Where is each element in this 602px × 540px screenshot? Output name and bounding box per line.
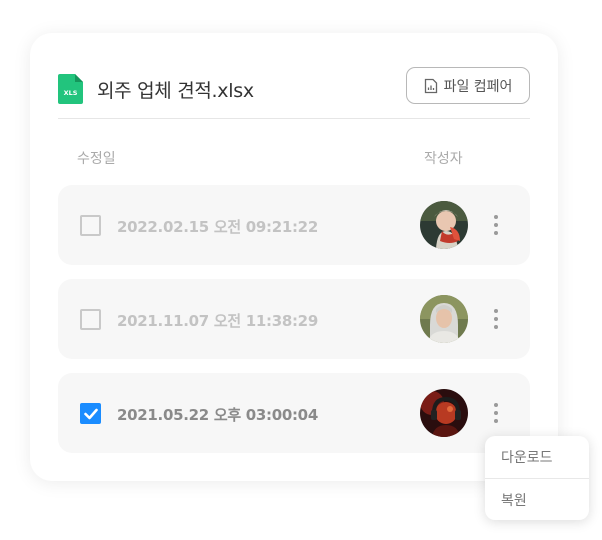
more-options-button[interactable] bbox=[488, 399, 504, 427]
version-checkbox[interactable] bbox=[80, 215, 101, 236]
version-row[interactable]: 2022.02.15 오전 09:21:22 bbox=[58, 185, 530, 265]
column-header-author: 작성자 bbox=[424, 151, 463, 167]
version-checkbox[interactable] bbox=[80, 309, 101, 330]
more-dot bbox=[494, 309, 498, 313]
more-options-button[interactable] bbox=[488, 211, 504, 239]
file-title: 외주 업체 견적.xlsx bbox=[97, 80, 254, 102]
author-avatar bbox=[420, 389, 468, 437]
more-dot bbox=[494, 223, 498, 227]
more-dot bbox=[494, 231, 498, 235]
column-header-date: 수정일 bbox=[77, 151, 116, 167]
version-date: 2022.02.15 오전 09:21:22 bbox=[117, 218, 318, 236]
menu-item-download[interactable]: 다운로드 bbox=[485, 436, 589, 478]
version-row[interactable]: 2021.05.22 오후 03:00:04 bbox=[58, 373, 530, 453]
more-dot bbox=[494, 215, 498, 219]
more-dot bbox=[494, 403, 498, 407]
version-checkbox[interactable] bbox=[80, 403, 101, 424]
menu-item-restore[interactable]: 복원 bbox=[485, 478, 589, 520]
more-dot bbox=[494, 411, 498, 415]
checkmark-icon bbox=[84, 408, 98, 420]
file-compare-button[interactable]: 파일 컴페어 bbox=[406, 67, 530, 104]
file-compare-label: 파일 컴페어 bbox=[443, 78, 513, 95]
author-avatar bbox=[420, 295, 468, 343]
version-date: 2021.05.22 오후 03:00:04 bbox=[117, 406, 318, 424]
version-date: 2021.11.07 오전 11:38:29 bbox=[117, 312, 318, 330]
more-dot bbox=[494, 325, 498, 329]
chart-document-icon bbox=[424, 78, 438, 94]
version-history-card: XLS 외주 업체 견적.xlsx 파일 컴페어 수정일 작성자 2022.02… bbox=[30, 33, 558, 481]
context-menu: 다운로드 복원 bbox=[485, 436, 589, 520]
more-options-button[interactable] bbox=[488, 305, 504, 333]
more-dot bbox=[494, 419, 498, 423]
version-row[interactable]: 2021.11.07 오전 11:38:29 bbox=[58, 279, 530, 359]
author-avatar bbox=[420, 201, 468, 249]
svg-text:XLS: XLS bbox=[64, 89, 78, 97]
more-dot bbox=[494, 317, 498, 321]
xls-file-icon: XLS bbox=[58, 74, 83, 104]
card-header: XLS 외주 업체 견적.xlsx 파일 컴페어 bbox=[58, 63, 530, 119]
